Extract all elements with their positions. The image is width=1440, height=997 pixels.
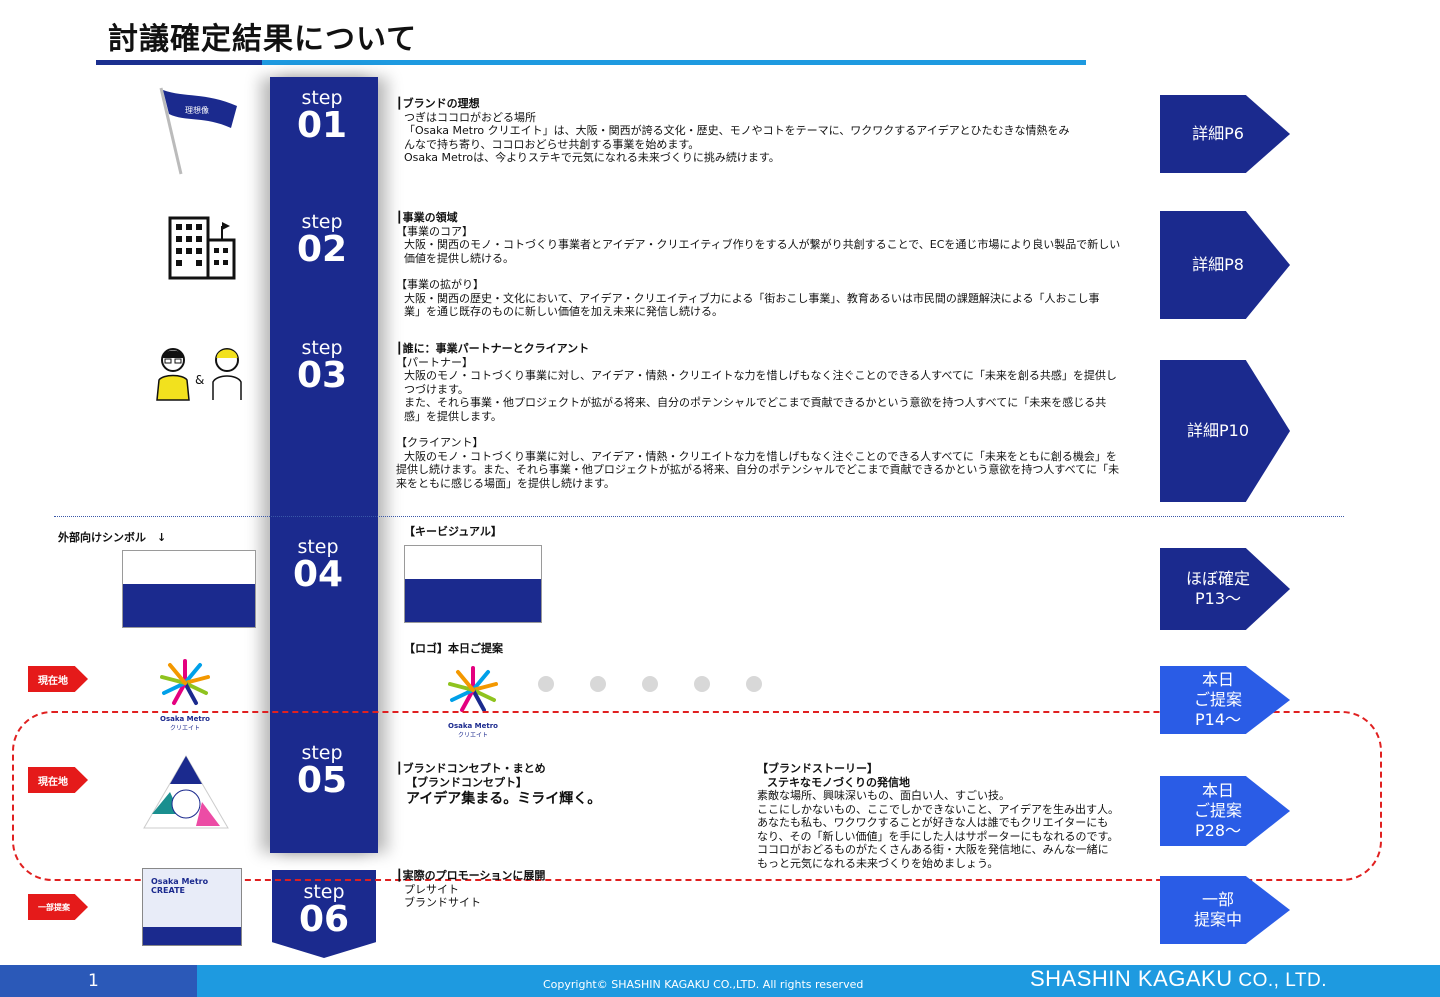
partial-proposal-button[interactable]: 一部 提案中 <box>1160 876 1290 944</box>
logo-label: 【ロゴ】本日ご提案 <box>404 642 503 655</box>
detail-p10-button[interactable]: 詳細P10 <box>1160 360 1290 502</box>
story-line: もっと元気になれる未来づくりを始めましょう。 <box>757 856 999 870</box>
key-visual-thumbnail <box>404 545 542 623</box>
section-2-text: ┃事業の領域 【事業のコア】 大阪・関西のモノ・コトづくり事業者とアイデア・クリ… <box>396 211 1136 319</box>
story-label: 【ブランドストーリー】 <box>757 762 878 775</box>
story-line: ココロがおどるものがたくさんある街・大阪を発信地に、みんな一緒に <box>757 843 1109 856</box>
s3-client-label: 【クライアント】 <box>396 436 484 449</box>
s3-partner-line: 感」を提供します。 <box>404 409 502 423</box>
external-symbol-label: 外部向けシンボル ↓ <box>58 531 167 544</box>
s1-line: んなで持ち寄り、ココロおどらせ共創する事業を始めます。 <box>404 137 700 151</box>
story-line: ここにしかないもの、ここでしかできないこと、アイデアを生み出す人。 <box>757 802 1120 816</box>
current-location-tag: 現在地 <box>28 666 88 692</box>
brand-pack-icon <box>140 752 232 832</box>
progress-dot <box>746 676 762 692</box>
s2-core-label: 【事業のコア】 <box>396 224 473 238</box>
s3-partner-line: また、それら事業・他プロジェクトが拡がる将来、自分のポテンシャルでどこまで貢献で… <box>404 396 1107 409</box>
concept-label: 【ブランドコンセプト】 <box>406 775 527 789</box>
story-line: あなたも私も、ワクワクすることが好きな人は誰でもクリエイターにも <box>757 816 1109 829</box>
step-06-label: step 06 <box>298 881 350 940</box>
people-icon: & <box>155 346 250 402</box>
page-number: 1 <box>0 965 197 997</box>
detail-p6-button[interactable]: 詳細P6 <box>1160 95 1290 173</box>
title-underline-light <box>262 60 1086 65</box>
progress-dot <box>642 676 658 692</box>
s6-line: プレサイト <box>404 882 459 896</box>
section-6-heading: ┃実際のプロモーションに展開 <box>396 869 546 882</box>
partial-proposal-tag: 一部提案 <box>28 894 88 920</box>
company-brand: SHASHIN KAGAKU CO., LTD. <box>1030 966 1327 991</box>
section-2-heading: ┃事業の領域 <box>396 211 458 224</box>
svg-text:&: & <box>195 373 204 387</box>
svg-text:理想像: 理想像 <box>185 105 209 115</box>
step-01-label: step 01 <box>296 87 348 146</box>
s6-line: ブランドサイト <box>404 896 481 909</box>
s2-core-line: 価値を提供し続ける。 <box>404 251 514 265</box>
section-1-heading: ┃ブランドの理想 <box>396 97 480 110</box>
site-thumb-line: Osaka Metro <box>151 877 209 886</box>
flag-icon: 理想像 <box>155 84 245 176</box>
section-3-text: ┃誰に：事業パートナーとクライアント 【パートナー】 大阪のモノ・コトづくり事業… <box>396 342 1136 490</box>
detail-p8-button[interactable]: 詳細P8 <box>1160 211 1290 319</box>
s3-client-line: 来をともに感じる場面」を提供し続けます。 <box>396 476 615 490</box>
progress-dot <box>694 676 710 692</box>
external-symbol-thumbnail <box>122 550 256 628</box>
s2-expand-line: 業」を通じ既存のものに新しい価値を加え未来に発信し続ける。 <box>404 305 723 318</box>
step-02-label: step 02 <box>296 211 348 270</box>
progress-dot <box>538 676 554 692</box>
key-visual-label: 【キービジュアル】 <box>404 525 502 538</box>
story-line: なり、その「新しい価値」を手にした人はサポーターにもなれるのです。 <box>757 829 1119 843</box>
story-line: 素敵な場所、興味深いもの、面白い人、すごい技。 <box>757 789 1010 802</box>
site-thumbnail: Osaka Metro CREATE <box>142 868 242 946</box>
s2-core-line: 大阪・関西のモノ・コトづくり事業者とアイデア・クリエイティブ作りをする人が繋がり… <box>404 238 1121 251</box>
s2-expand-line: 大阪・関西の歴史・文化において、アイデア・クリエイティブ力による「街おこし事業」… <box>404 291 1100 305</box>
brand-concept: アイデア集まる。ミライ輝く。 <box>406 791 602 807</box>
s3-partner-line: 大阪のモノ・コトづくり事業に対し、アイデア・情熱・クリエイトな力を惜しげもなく注… <box>404 369 1117 382</box>
section-6-text: ┃実際のプロモーションに展開 プレサイト ブランドサイト <box>396 869 696 910</box>
almost-fixed-p13-button[interactable]: ほぼ確定 P13〜 <box>1160 548 1290 630</box>
step-03-label: step 03 <box>296 337 348 396</box>
building-icon <box>166 212 238 280</box>
section-3-heading: ┃誰に：事業パートナーとクライアント <box>396 342 590 355</box>
page-title: 討議確定結果について <box>108 22 418 57</box>
brand-story: 【ブランドストーリー】 ステキなモノづくりの発信地 素敵な場所、興味深いもの、面… <box>757 762 1137 870</box>
section-1-text: ┃ブランドの理想 つぎはココロがおどる場所 「Osaka Metro クリエイト… <box>396 97 1136 165</box>
section-5-heading: ┃ブランドコンセプト・まとめ <box>396 762 546 775</box>
copyright: Copyright© SHASHIN KAGAKU CO.,LTD. All r… <box>543 978 864 991</box>
title-underline-dark <box>96 60 262 65</box>
step-04-label: step 04 <box>292 536 344 595</box>
s3-client-line: 大阪のモノ・コトづくり事業に対し、アイデア・情熱・クリエイトな力を惜しげもなく注… <box>404 449 1117 463</box>
s1-line: Osaka Metroは、今よりステキで元気になれる未来づくりに挑み続けます。 <box>404 151 780 164</box>
s3-partner-line: つづけます。 <box>404 382 469 396</box>
site-thumb-line: CREATE <box>151 886 185 895</box>
s1-line: 「Osaka Metro クリエイト」は、大阪・関西が誇る文化・歴史、モノやコト… <box>404 124 1070 137</box>
s3-client-line: 提供し続けます。また、それら事業・他プロジェクトが拡がる将来、自分のポテンシャル… <box>396 463 1120 476</box>
s3-partner-label: 【パートナー】 <box>396 355 473 369</box>
s2-expand-label: 【事業の拡がり】 <box>396 278 484 291</box>
story-subtitle: ステキなモノづくりの発信地 <box>767 775 910 789</box>
section-5-text: ┃ブランドコンセプト・まとめ 【ブランドコンセプト】 アイデア集まる。ミライ輝く… <box>396 762 736 809</box>
section-divider <box>54 516 1344 517</box>
progress-dot <box>590 676 606 692</box>
s1-line: つぎはココロがおどる場所 <box>404 110 536 124</box>
